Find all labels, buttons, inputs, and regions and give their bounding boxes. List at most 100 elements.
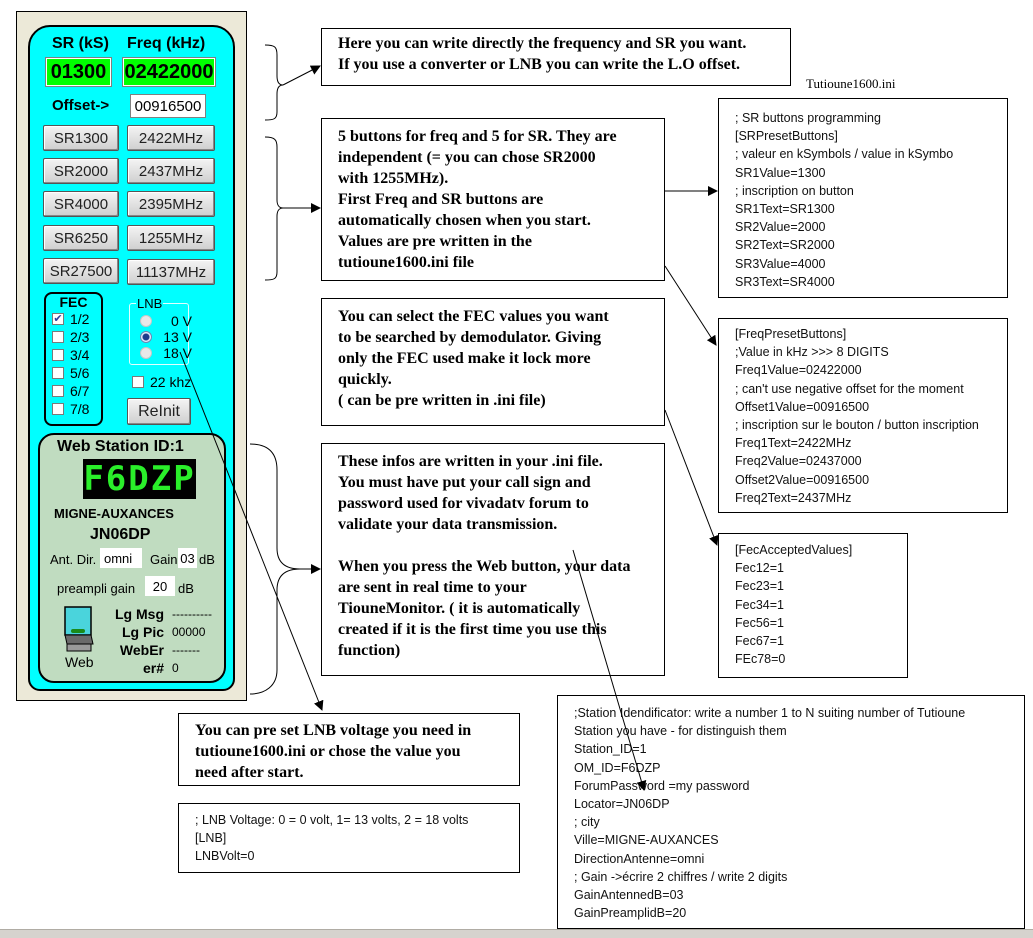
annotation-line: When you press the Web button, your data: [338, 558, 631, 575]
sr-header: SR (kS): [52, 35, 109, 52]
fec-label: 7/8: [70, 401, 90, 417]
annotation-freq-sr: Here you can write directly the frequenc…: [321, 28, 791, 86]
ini-line: ; inscription on button: [735, 183, 854, 198]
ini-line: Fec23=1: [735, 579, 784, 594]
ini-line: GainPreamplidB=20: [574, 906, 687, 921]
checkbox-checked-icon: ✔: [52, 312, 64, 325]
fec-label: 5/6: [70, 365, 90, 381]
fec-label: 1/2: [70, 311, 90, 327]
annotation-line: [338, 535, 664, 556]
web-stat-value: 0: [172, 661, 179, 675]
freq-preset-button-3[interactable]: 2395MHz: [127, 191, 215, 217]
annotation-line: First Freq and SR buttons are: [338, 191, 544, 208]
annotation-line: independent (= you can chose SR2000: [338, 149, 596, 166]
annotation-line: created if it is the first time you use …: [338, 621, 607, 638]
annotation-line: function): [338, 642, 401, 659]
ini-line: Freq1Value=02422000: [735, 363, 862, 378]
offset-input[interactable]: 00916500: [130, 94, 206, 118]
lnb-option-label: 0 V: [170, 313, 192, 329]
annotation-line: Values are pre written in the: [338, 233, 532, 250]
annotation-line: to be searched by demodulator. Giving: [338, 329, 602, 346]
annotation-line: are sent in real time to your: [338, 579, 527, 596]
ini-line: ;Value in kHz >>> 8 DIGITS: [735, 345, 889, 360]
fec-label: 2/3: [70, 329, 90, 345]
fec-checkbox-1-2[interactable]: ✔ 1/2: [46, 310, 101, 328]
fec-checkbox-7-8[interactable]: 7/8: [46, 400, 101, 418]
web-toggle-button[interactable]: [64, 606, 94, 652]
annotation-fec: You can select the FEC values you want to…: [321, 298, 665, 426]
ini-line: DirectionAntenne=omni: [574, 851, 705, 866]
tone-22khz-checkbox[interactable]: 22 khz: [132, 374, 191, 390]
annotation-lnb: You can pre set LNB voltage you need in t…: [178, 713, 520, 786]
arrow-ini-fec: [664, 409, 719, 546]
checkbox-icon: [132, 376, 144, 388]
ini-line: OM_ID=F6DZP: [574, 760, 661, 775]
ini-line: ; LNB Voltage: 0 = 0 volt, 1= 13 volts, …: [195, 813, 469, 827]
ini-line: SR3Text=SR4000: [735, 274, 835, 289]
annotation-line: need after start.: [195, 764, 304, 781]
checkbox-icon: [52, 331, 64, 343]
brace-web: [249, 443, 301, 695]
fec-checkbox-2-3[interactable]: 2/3: [46, 328, 101, 346]
reinit-button[interactable]: ReInit: [127, 398, 191, 425]
callsign-lcd-display: F6DZP: [83, 459, 196, 499]
radio-icon: [140, 315, 152, 327]
ini-line: Freq2Text=2437MHz: [735, 490, 852, 505]
ini-line: ; city: [574, 815, 600, 830]
sr-preset-button-3[interactable]: SR4000: [43, 191, 119, 217]
annotation-line: automatically chosen when you start.: [338, 212, 591, 229]
ini-line: FEc78=0: [735, 652, 786, 667]
ini-line: ; Gain ->écrire 2 chiffres / write 2 dig…: [574, 869, 788, 884]
gain-input[interactable]: 03: [178, 548, 197, 568]
ini-line: Fec56=1: [735, 615, 784, 630]
lnb-title: LNB: [136, 296, 164, 311]
lnb-radio-0v[interactable]: 0 V: [140, 313, 192, 329]
ini-file-caption: Tutioune1600.ini: [806, 76, 896, 91]
fec-label: 6/7: [70, 383, 90, 399]
freq-input[interactable]: 02422000: [122, 57, 216, 87]
freq-preset-button-4[interactable]: 1255MHz: [127, 225, 215, 251]
fec-checkbox-5-6[interactable]: 5/6: [46, 364, 101, 382]
lnb-group: LNB 0 V 13 V 18 V: [129, 296, 192, 365]
annotation-web: These infos are written in your .ini fil…: [321, 443, 665, 676]
sr-preset-button-2[interactable]: SR2000: [43, 158, 119, 184]
web-stat-row: Lg Pic 00000: [104, 623, 212, 641]
lnb-radio-13v[interactable]: 13 V: [140, 329, 192, 345]
lnb-radio-18v[interactable]: 18 V: [140, 345, 192, 361]
ini-line: GainAntennedB=03: [574, 888, 684, 903]
ini-block-station: ;Station Idendificator: write a number 1…: [557, 695, 1025, 929]
preampli-gain-label: preampli gain: [57, 581, 136, 596]
freq-preset-button-1[interactable]: 2422MHz: [127, 125, 215, 151]
freq-preset-button-5[interactable]: 11137MHz: [127, 259, 215, 285]
fec-checkbox-3-4[interactable]: 3/4: [46, 346, 101, 364]
freq-preset-button-2[interactable]: 2437MHz: [127, 158, 215, 184]
web-stat-label: er#: [142, 660, 164, 676]
annotation-line: validate your data transmission.: [338, 516, 558, 533]
ini-line: ; inscription sur le bouton / button ins…: [735, 418, 979, 433]
web-stat-label: Lg Pic: [121, 624, 164, 640]
web-stat-value: -------: [172, 643, 200, 657]
brace-buttons: [264, 136, 284, 281]
annotation-line: ( can be pre written in .ini file): [338, 392, 546, 409]
fec-label: 3/4: [70, 347, 90, 363]
ini-line: SR3Value=4000: [735, 256, 826, 271]
preampli-gain-input[interactable]: 20: [145, 576, 175, 596]
lnb-option-label: 13 V: [163, 329, 192, 345]
ini-line: Freq1Text=2422MHz: [735, 436, 852, 451]
web-station-title: Web Station ID:1: [57, 438, 184, 455]
preampli-gain-unit: dB: [178, 581, 194, 596]
web-stat-row: er# 0: [104, 659, 212, 677]
ini-line: Offset1Value=00916500: [735, 399, 870, 414]
sr-preset-button-5[interactable]: SR27500: [43, 258, 119, 284]
web-stat-label: Lg Msg: [115, 606, 164, 622]
sr-preset-button-1[interactable]: SR1300: [43, 125, 119, 151]
tone-22khz-label: 22 khz: [150, 374, 192, 390]
radio-icon: [140, 347, 152, 359]
annotation-line: tutioune1600.ini file: [338, 254, 475, 271]
radio-selected-icon: [140, 331, 152, 343]
ini-line: Freq2Value=02437000: [735, 454, 862, 469]
sr-preset-button-4[interactable]: SR6250: [43, 225, 119, 251]
sr-input[interactable]: 01300: [45, 57, 112, 87]
ant-dir-input[interactable]: omni: [100, 548, 142, 568]
fec-checkbox-6-7[interactable]: 6/7: [46, 382, 101, 400]
